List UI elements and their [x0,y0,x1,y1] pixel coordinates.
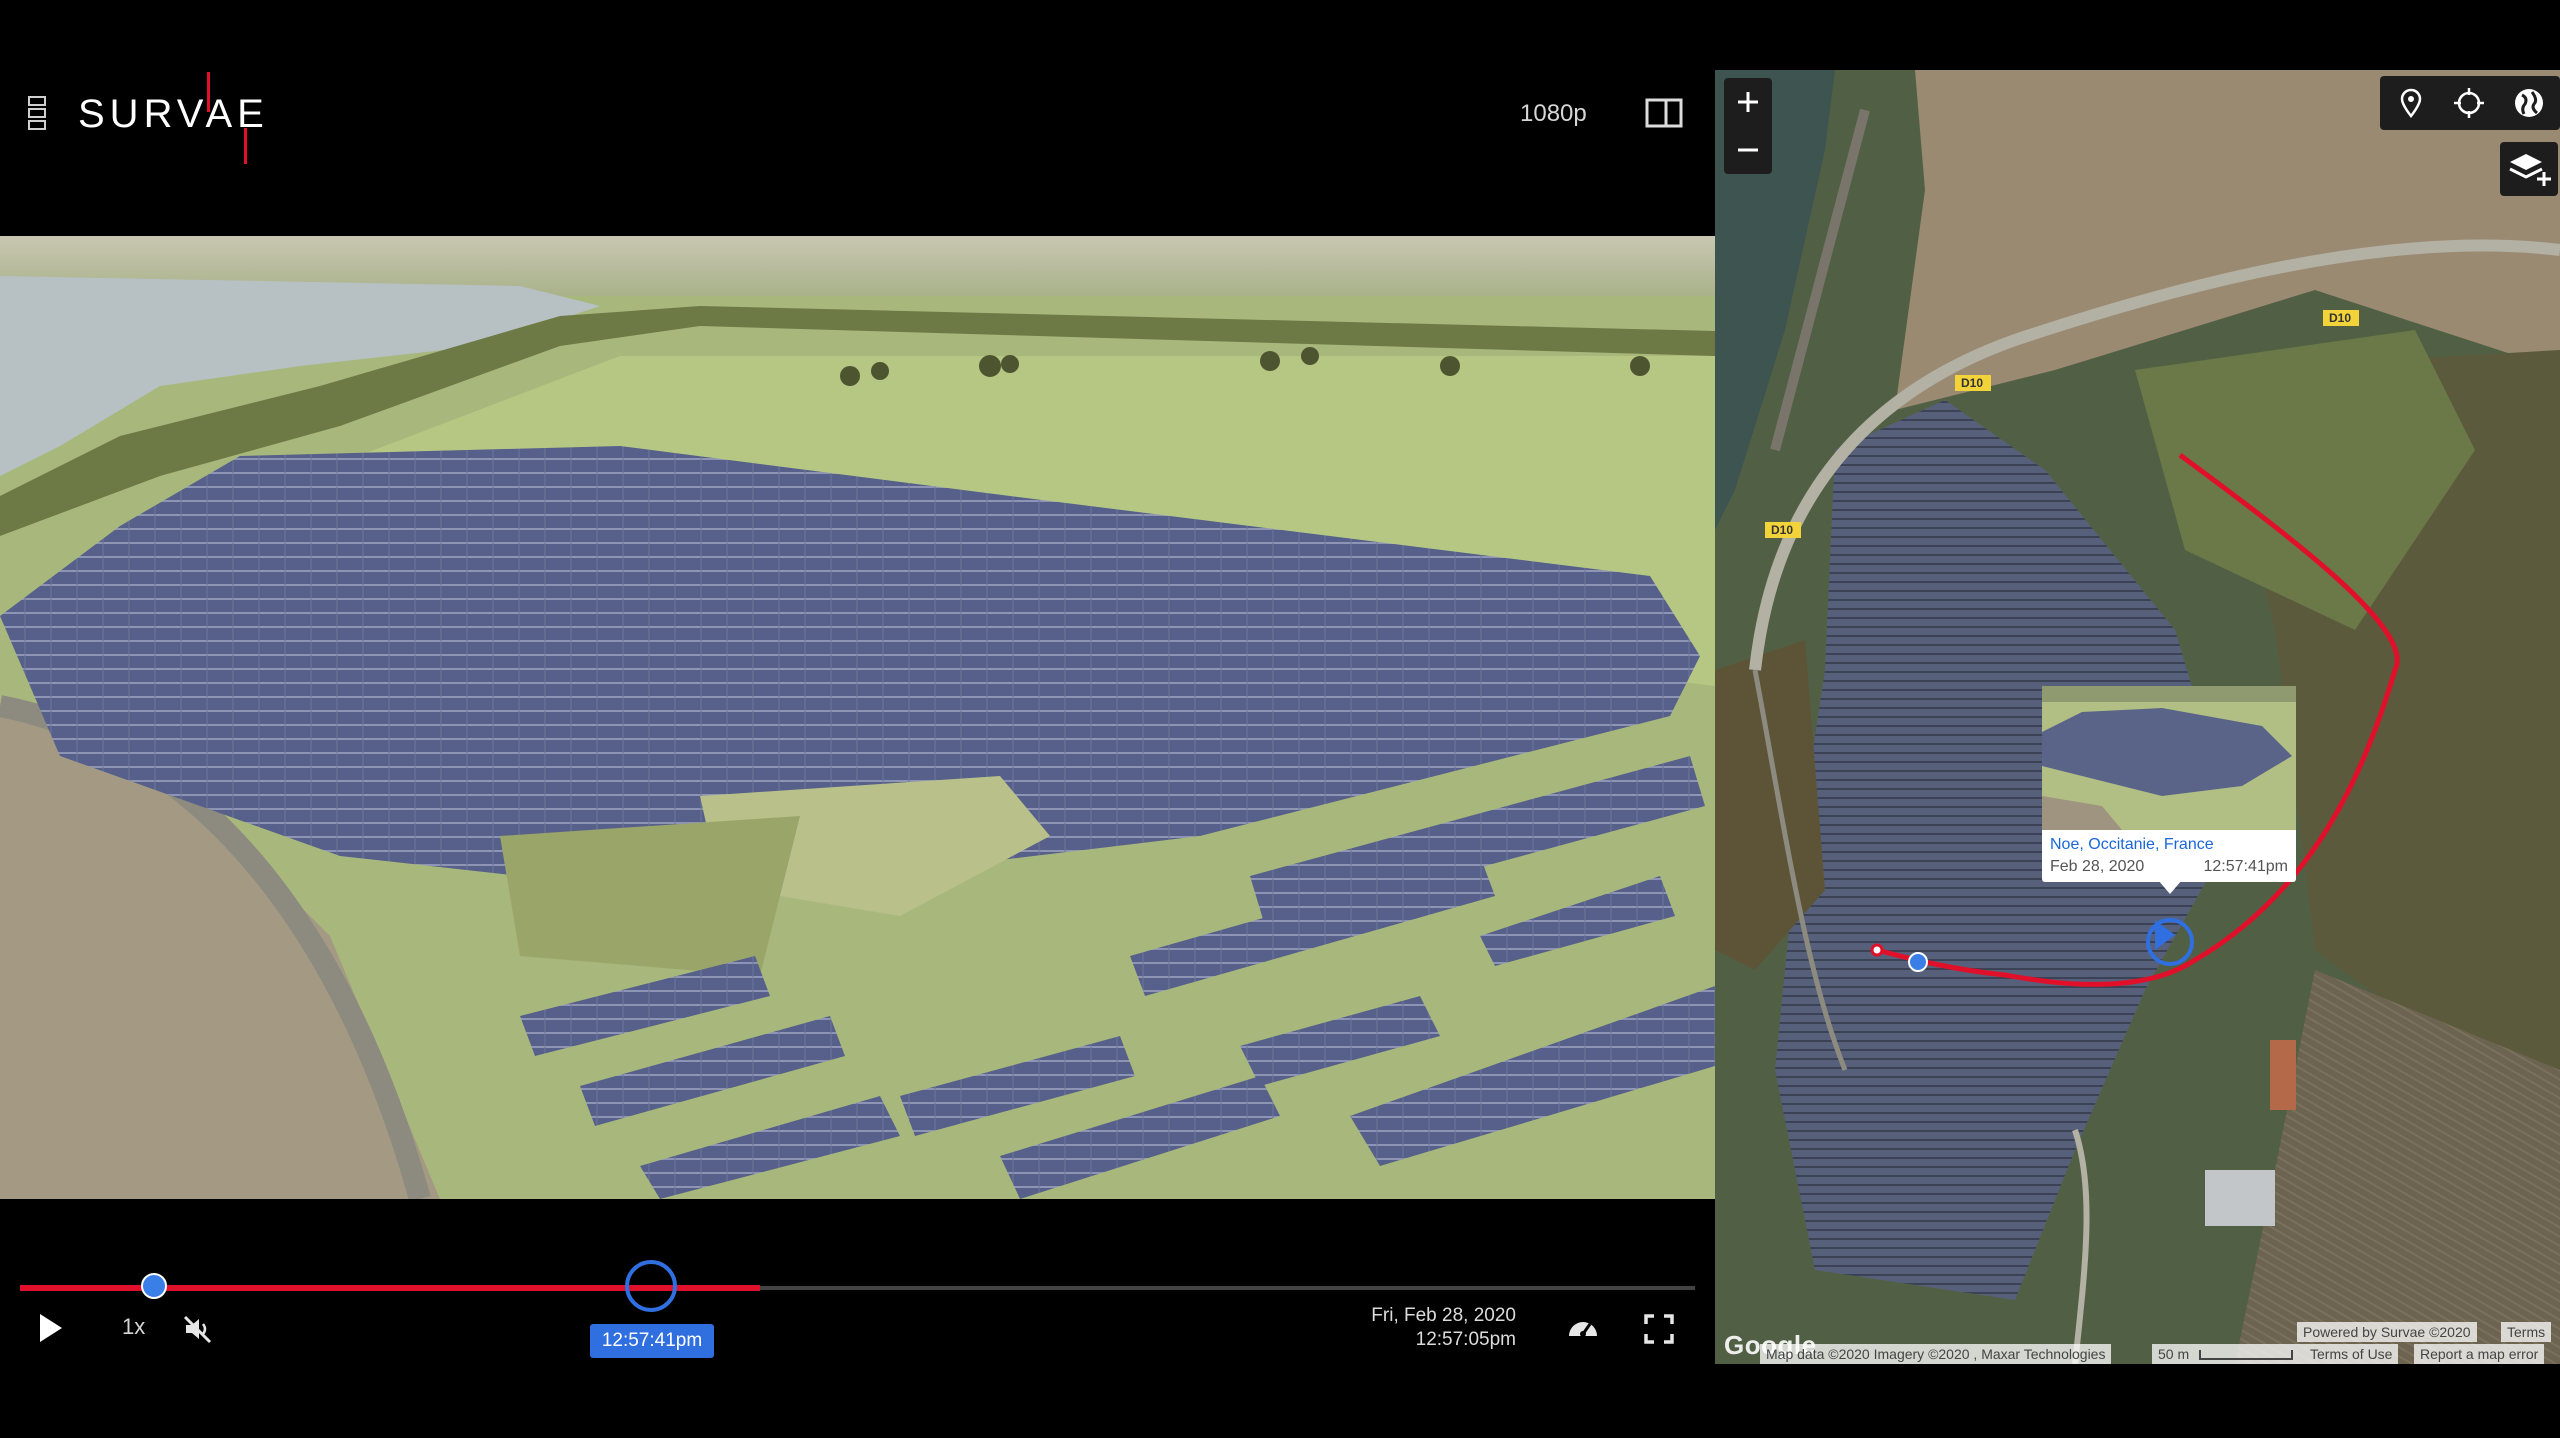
zoom-out-button[interactable] [1724,126,1772,174]
map-data-credit: Map data ©2020 Imagery ©2020 , Maxar Tec… [1760,1344,2112,1364]
frame-thumbnail [2042,686,2296,830]
menu-icon[interactable] [28,96,48,132]
timestamp-time: 12:57:05pm [1415,1329,1516,1350]
layers-icon[interactable] [2500,142,2558,196]
terms-of-use-link[interactable]: Terms of Use [2304,1344,2399,1364]
mute-icon[interactable] [182,1313,214,1345]
popup-location[interactable]: Noe, Occitanie, France [2050,836,2214,854]
road-label: D10 [2329,311,2351,325]
terms-link[interactable]: Terms [2501,1322,2552,1342]
fullscreen-icon[interactable] [1644,1314,1674,1344]
powered-by: Powered by Survae ©2020 [2297,1322,2477,1342]
split-view-icon[interactable] [1645,98,1683,128]
video-timeline[interactable] [20,1284,1695,1292]
video-frame[interactable] [0,236,1715,1199]
crosshair-icon[interactable] [2452,86,2486,125]
popup-pointer [2158,880,2182,894]
popup-time: 12:57:41pm [2203,858,2288,875]
timestamp-display: Fri, Feb 28, 2020 12:57:05pm [1340,1304,1516,1352]
report-error-link[interactable]: Report a map error [2414,1344,2545,1364]
playback-speed[interactable]: 1x [122,1314,145,1340]
popup-date: Feb 28, 2020 [2050,858,2145,875]
map-pin-icon[interactable] [2394,86,2428,125]
road-label: D10 [1771,523,1793,537]
frame-popup[interactable]: Noe, Occitanie, France Feb 28, 2020 12:5… [2042,686,2296,882]
survae-logo[interactable]: SURVAE [74,70,304,166]
globe-icon[interactable] [2512,86,2546,125]
quality-selector[interactable]: 1080p [1520,100,1587,128]
scale-label: 50 m [2158,1346,2190,1362]
road-label: D10 [1961,376,1983,390]
scale-bar: 50 m [2152,1344,2304,1364]
timeline-hover-marker[interactable] [625,1260,677,1312]
play-button[interactable] [36,1312,66,1344]
map-toolbar [2380,76,2560,130]
zoom-in-button[interactable] [1724,78,1772,126]
timeline-playhead[interactable] [141,1273,167,1299]
timestamp-date: Fri, Feb 28, 2020 [1371,1305,1516,1326]
speedometer-icon[interactable] [1566,1312,1600,1342]
brand-name: SURVAE [78,92,269,136]
hover-time-tooltip: 12:57:41pm [590,1324,714,1358]
